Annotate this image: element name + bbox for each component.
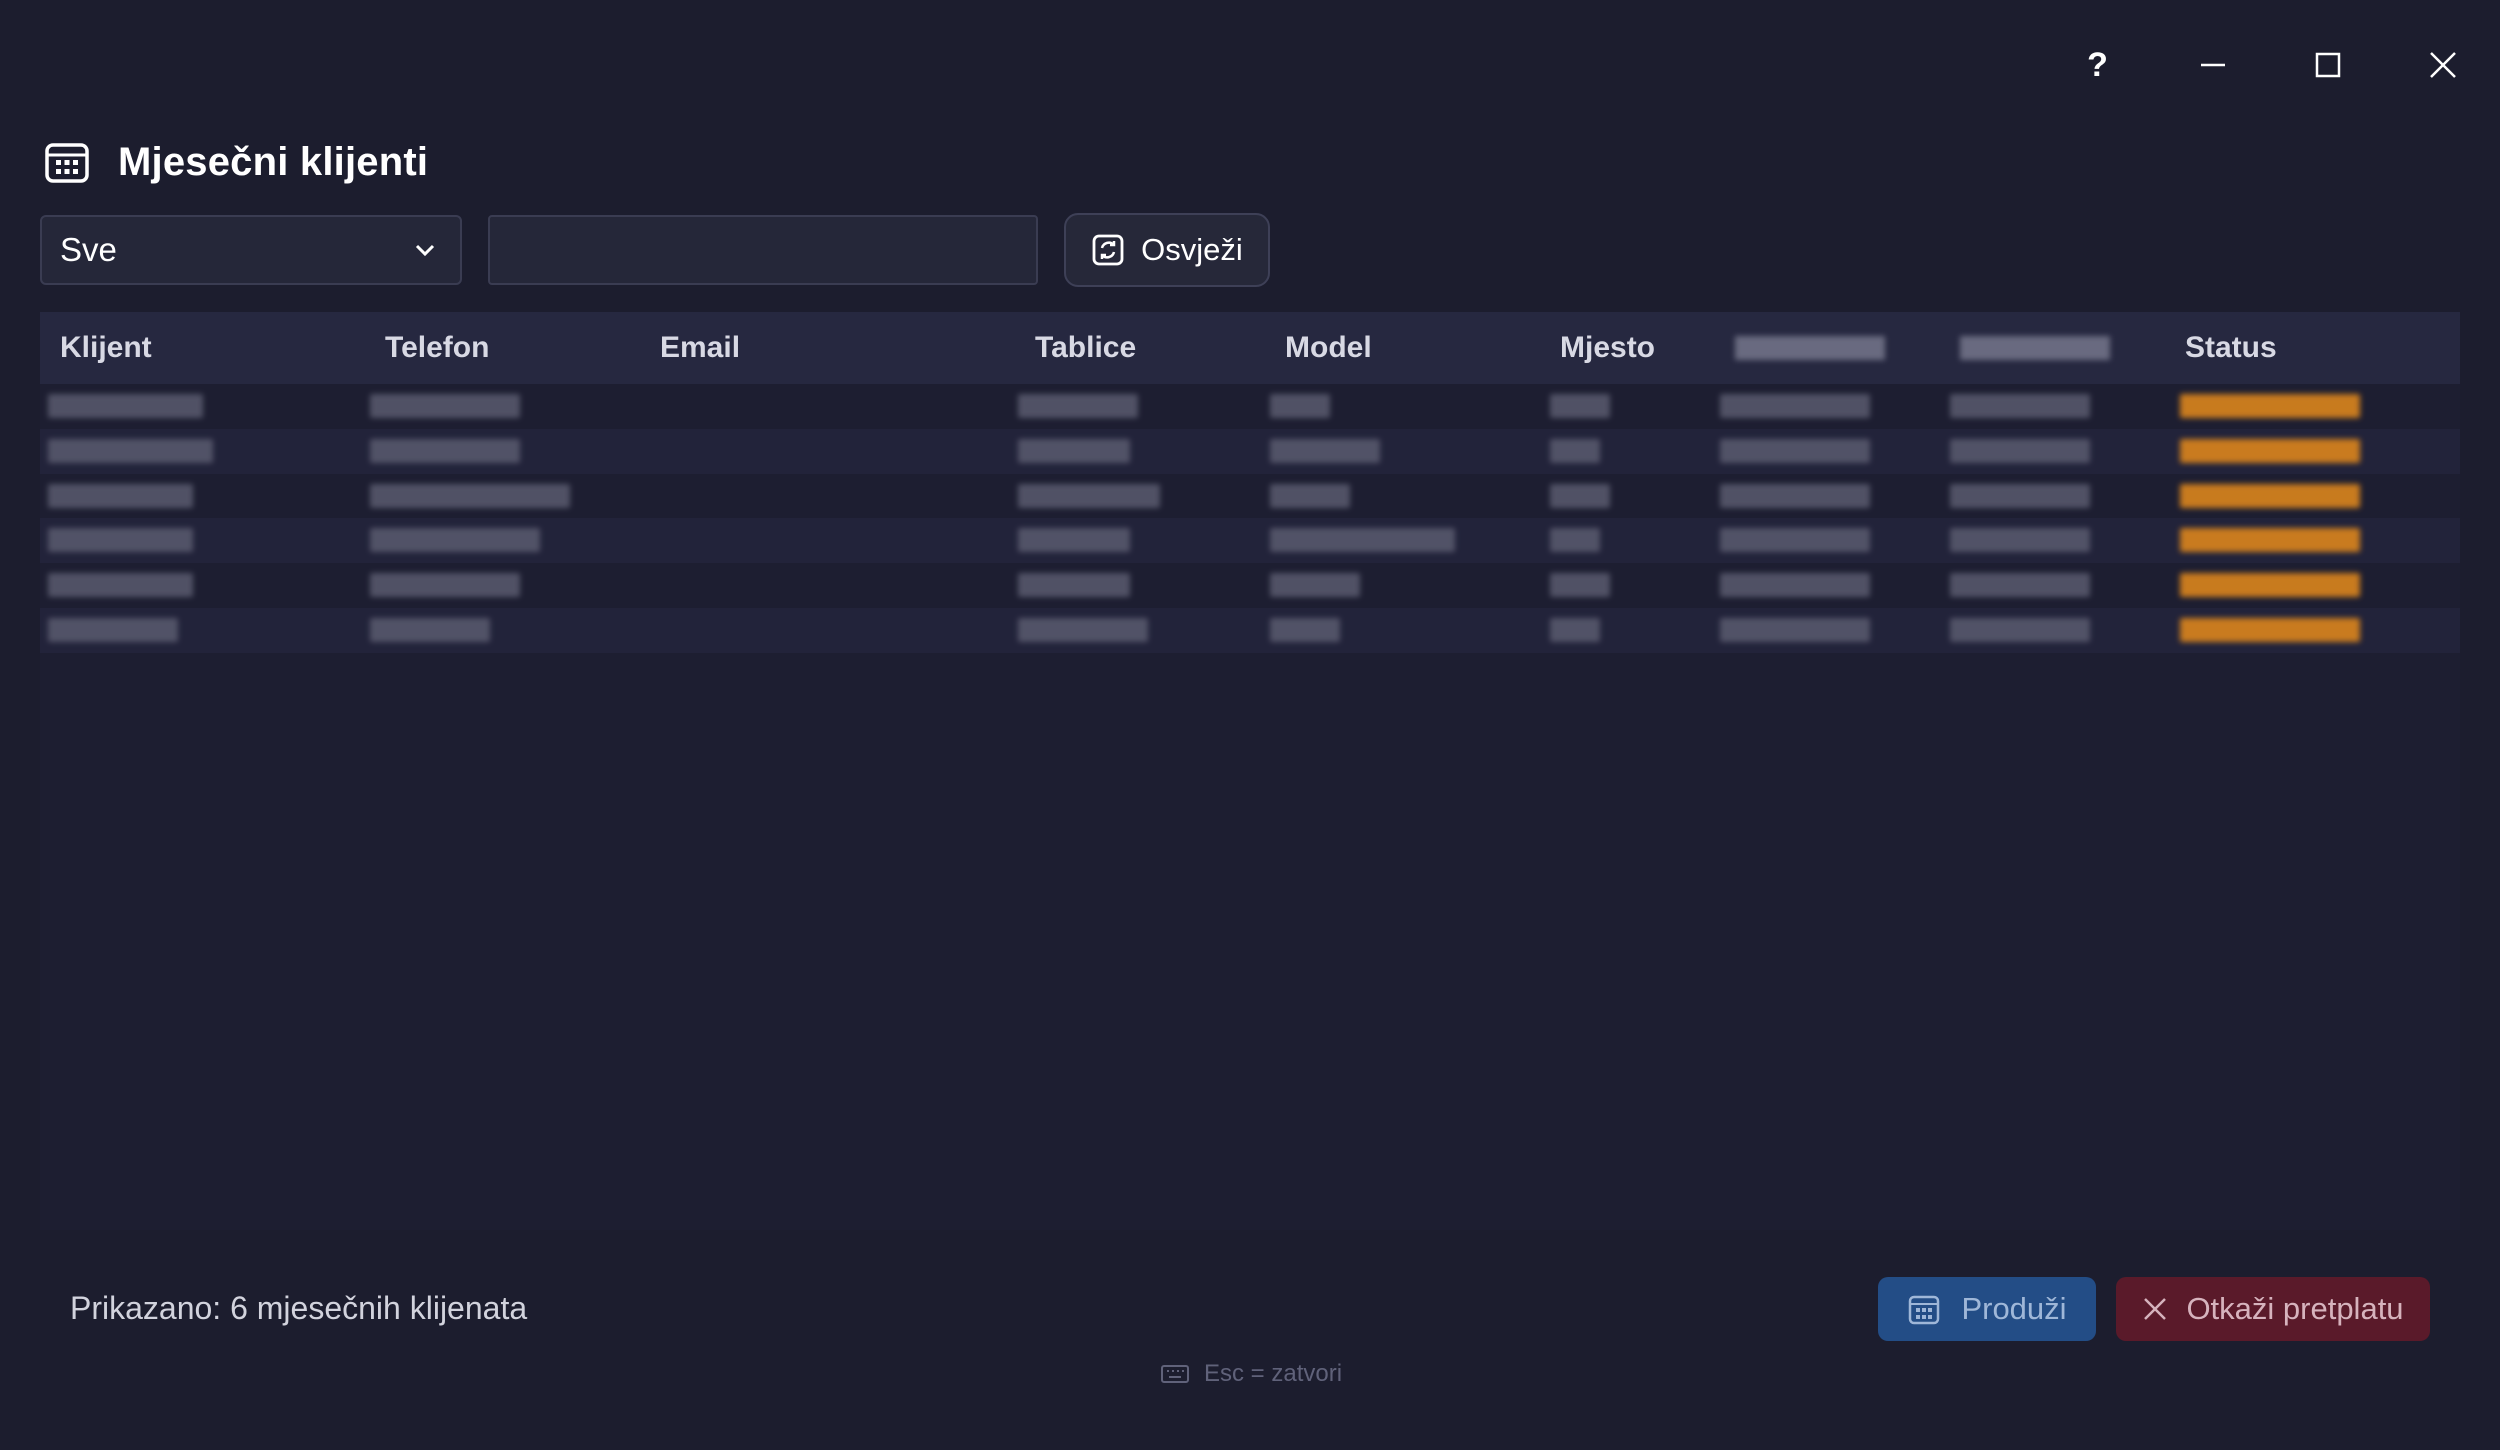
extend-button[interactable]: Produži <box>1878 1277 2096 1341</box>
table-cell-klijent <box>48 483 193 508</box>
close-icon <box>2429 52 2456 78</box>
table-row[interactable] <box>40 518 2460 564</box>
table-cell-tablice <box>1018 438 1130 463</box>
table-row[interactable] <box>40 563 2460 608</box>
maximize-icon <box>2315 52 2340 78</box>
table-cell-od <box>1720 617 1870 642</box>
table-cell-do <box>1950 528 2090 553</box>
column-header-klijent[interactable]: Klijent <box>60 312 152 384</box>
table-cell-status <box>2180 617 2360 642</box>
table-header: Klijent Telefon Email Tablice Model Mjes… <box>40 312 2460 384</box>
chevron-down-icon <box>415 244 435 257</box>
table-row[interactable] <box>40 428 2460 474</box>
table-cell-mjesto <box>1550 573 1610 598</box>
table-cell-do <box>1950 438 2090 463</box>
close-icon <box>2144 1298 2167 1320</box>
record-count: Prikazano: 6 mjesečnih klijenata <box>70 1290 528 1326</box>
keyboard-icon <box>1161 1365 1189 1383</box>
table-cell-od <box>1720 573 1870 598</box>
table-cell-model <box>1270 617 1340 642</box>
column-header-end-date[interactable] <box>1960 312 2110 384</box>
table-cell-tablice <box>1018 394 1138 418</box>
table-cell-telefon <box>370 573 520 598</box>
table-cell-do <box>1950 483 2090 508</box>
table-cell-klijent <box>48 528 193 553</box>
toolbar: Sve Osvježi <box>40 213 1270 287</box>
column-header-mjesto[interactable]: Mjesto <box>1560 312 1655 384</box>
table-cell-mjesto <box>1550 394 1610 418</box>
table-cell-status <box>2180 438 2360 463</box>
column-header-telefon[interactable]: Telefon <box>385 312 489 384</box>
table-cell-od <box>1720 528 1870 553</box>
table-cell-status <box>2180 394 2360 418</box>
cancel-subscription-button[interactable]: Otkaži pretplatu <box>2116 1277 2430 1341</box>
keyboard-hint-text: Esc = zatvori <box>1204 1360 1343 1387</box>
table-cell-do <box>1950 573 2090 598</box>
table-cell-mjesto <box>1550 438 1600 463</box>
table-cell-klijent <box>48 617 178 642</box>
table-cell-klijent <box>48 394 203 418</box>
table-cell-status <box>2180 483 2360 508</box>
table-cell-telefon <box>370 394 520 418</box>
maximize-button[interactable] <box>2270 20 2385 110</box>
table-body <box>40 384 2460 653</box>
table-cell-tablice <box>1018 617 1148 642</box>
filter-select-value: Sve <box>60 231 117 268</box>
page-title: Mjesečni klijenti <box>118 139 429 184</box>
table-cell-model <box>1270 394 1330 418</box>
extend-button-label: Produži <box>1961 1291 2067 1326</box>
keyboard-hint: Esc = zatvori <box>1160 1360 1342 1388</box>
table-cell-tablice <box>1018 483 1160 508</box>
column-header-model[interactable]: Model <box>1285 312 1372 384</box>
minimize-button[interactable] <box>2155 20 2270 110</box>
table-cell-status <box>2180 573 2360 598</box>
table-cell-model <box>1270 528 1455 553</box>
table-cell-tablice <box>1018 573 1130 598</box>
table-cell-tablice <box>1018 528 1130 553</box>
cancel-subscription-label: Otkaži pretplatu <box>2186 1291 2404 1326</box>
table-row[interactable] <box>40 474 2460 519</box>
table-cell-klijent <box>48 573 193 598</box>
table-cell-status <box>2180 528 2360 553</box>
refresh-button[interactable]: Osvježi <box>1064 213 1270 287</box>
calendar-icon <box>45 143 89 183</box>
close-button[interactable] <box>2385 20 2500 110</box>
column-header-email[interactable]: Email <box>660 312 740 384</box>
minimize-icon <box>2200 63 2225 67</box>
table-row[interactable] <box>40 384 2460 429</box>
table-cell-telefon <box>370 483 570 508</box>
question-icon: ? <box>2087 45 2108 84</box>
refresh-button-label: Osvježi <box>1141 232 1243 267</box>
calendar-icon <box>1909 1295 1940 1325</box>
filter-select[interactable]: Sve <box>40 215 462 285</box>
column-header-tablice[interactable]: Tablice <box>1035 312 1136 384</box>
refresh-icon <box>1092 234 1124 266</box>
window-controls: ? <box>2040 20 2500 110</box>
table-cell-do <box>1950 617 2090 642</box>
table-row[interactable] <box>40 607 2460 653</box>
table-cell-od <box>1720 438 1870 463</box>
table-cell-model <box>1270 573 1360 598</box>
table-cell-od <box>1720 394 1870 418</box>
help-button[interactable]: ? <box>2040 20 2155 110</box>
column-header-status[interactable]: Status <box>2185 312 2277 384</box>
clients-table: Klijent Telefon Email Tablice Model Mjes… <box>40 312 2460 1230</box>
table-cell-mjesto <box>1550 617 1600 642</box>
page-header: Mjesečni klijenti <box>44 132 428 192</box>
table-cell-model <box>1270 483 1350 508</box>
search-input[interactable] <box>488 215 1038 285</box>
table-cell-telefon <box>370 528 540 553</box>
table-cell-od <box>1720 483 1870 508</box>
table-cell-telefon <box>370 438 520 463</box>
table-cell-model <box>1270 438 1380 463</box>
table-cell-mjesto <box>1550 483 1610 508</box>
table-cell-mjesto <box>1550 528 1600 553</box>
table-cell-klijent <box>48 438 213 463</box>
table-cell-do <box>1950 394 2090 418</box>
table-cell-telefon <box>370 617 490 642</box>
column-header-start-date[interactable] <box>1735 312 1885 384</box>
